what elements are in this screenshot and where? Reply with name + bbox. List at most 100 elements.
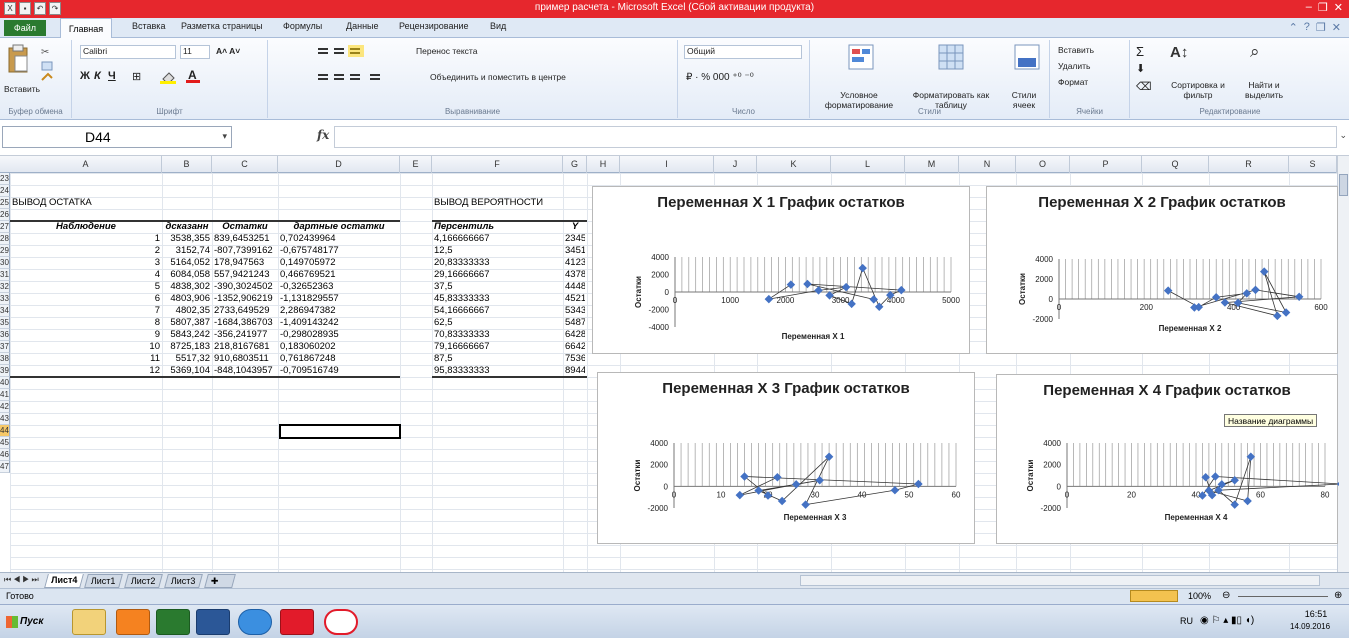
column-header-h[interactable]: H: [587, 156, 620, 173]
new-sheet-icon[interactable]: ✚: [204, 574, 236, 588]
close-icon[interactable]: ✕: [1334, 1, 1343, 14]
tab-formulas[interactable]: Формулы: [283, 21, 322, 31]
fill-icon[interactable]: ⬇: [1136, 62, 1145, 75]
row-header-29[interactable]: 29: [0, 245, 10, 257]
tab-data[interactable]: Данные: [346, 21, 379, 31]
format-table-icon[interactable]: [938, 44, 964, 70]
row-header-30[interactable]: 30: [0, 257, 10, 269]
row-header-41[interactable]: 41: [0, 389, 10, 401]
column-header-n[interactable]: N: [959, 156, 1016, 173]
media-player-icon[interactable]: [116, 609, 150, 635]
tab-view[interactable]: Вид: [490, 21, 506, 31]
chart-x1-residuals[interactable]: 4000 2000 0 -2000 -4000 0 1000 2000 3000 4000 5000…: [592, 186, 970, 354]
word-taskbar-icon[interactable]: [196, 609, 230, 635]
tab-home[interactable]: Главная: [60, 18, 112, 39]
start-button[interactable]: Пуск: [4, 611, 56, 633]
row-header-32[interactable]: 32: [0, 281, 10, 293]
column-header-p[interactable]: P: [1070, 156, 1142, 173]
zoom-in-icon[interactable]: ⊕: [1334, 590, 1342, 601]
italic-button[interactable]: К: [94, 70, 101, 82]
sort-filter-button[interactable]: Сортировка и фильтр: [1164, 80, 1232, 100]
view-buttons-icon[interactable]: [1130, 590, 1178, 602]
column-header-j[interactable]: J: [714, 156, 757, 173]
font-name-select[interactable]: Calibri: [80, 45, 176, 59]
chart-x3-residuals[interactable]: 400020000-20000102030405060Переменная X …: [597, 372, 975, 544]
wrap-text-button[interactable]: Перенос текста: [416, 46, 477, 56]
yandex-browser-icon[interactable]: [324, 609, 358, 635]
clear-icon[interactable]: ⌫: [1136, 80, 1152, 93]
sheet-nav-arrows-icon[interactable]: ⏮◀▶⏭: [4, 575, 41, 585]
column-header-l[interactable]: L: [831, 156, 905, 173]
chart-x4-residuals[interactable]: 4000 2000 0 -2000 0 20 40 60 80 Переменная X 4 Ост…: [996, 374, 1339, 544]
column-header-o[interactable]: O: [1016, 156, 1070, 173]
font-color-icon[interactable]: A: [186, 68, 202, 84]
paste-button[interactable]: Вставить: [4, 84, 40, 94]
explorer-icon[interactable]: [72, 609, 106, 635]
find-select-icon[interactable]: ⌕: [1250, 42, 1260, 62]
find-select-button[interactable]: Найти и выделить: [1234, 80, 1294, 100]
column-header-q[interactable]: Q: [1142, 156, 1209, 173]
sheet-tab-active[interactable]: Лист4: [44, 574, 85, 588]
row-header-43[interactable]: 43: [0, 413, 10, 425]
name-box-dropdown-icon[interactable]: ▾: [222, 131, 227, 142]
insert-function-button[interactable]: fx: [317, 128, 329, 142]
row-header-23[interactable]: 23: [0, 173, 10, 185]
formula-input[interactable]: [334, 126, 1337, 148]
sheet-tab[interactable]: Лист1: [84, 574, 123, 588]
row-header-26[interactable]: 26: [0, 209, 10, 221]
minimize-ribbon-icon[interactable]: ⌃: [1289, 21, 1298, 34]
number-format-select[interactable]: Общий: [684, 45, 802, 59]
tab-insert[interactable]: Вставка: [132, 21, 165, 31]
name-box[interactable]: D44 ▾: [2, 126, 232, 148]
selected-cell[interactable]: [279, 424, 401, 439]
row-header-31[interactable]: 31: [0, 269, 10, 281]
sheet-tab[interactable]: Лист2: [124, 574, 163, 588]
row-header-28[interactable]: 28: [0, 233, 10, 245]
doc-restore-icon[interactable]: ❐: [1316, 21, 1326, 34]
row-header-38[interactable]: 38: [0, 353, 10, 365]
column-header-d[interactable]: D: [278, 156, 400, 173]
bold-button[interactable]: Ж: [80, 70, 90, 82]
sheet-tab[interactable]: Лист3: [164, 574, 203, 588]
column-header-c[interactable]: C: [212, 156, 278, 173]
column-header-i[interactable]: I: [620, 156, 714, 173]
alignment-icons[interactable]: [316, 45, 396, 89]
row-header-37[interactable]: 37: [0, 341, 10, 353]
column-header-b[interactable]: B: [162, 156, 212, 173]
tray-icons[interactable]: ◉ ⚐ ▴ ▮▯ ◖): [1200, 615, 1254, 626]
doc-close-icon[interactable]: ✕: [1332, 21, 1341, 34]
grow-font-icon[interactable]: A˄ A˅: [216, 46, 240, 56]
row-header-47[interactable]: 47: [0, 461, 10, 473]
row-header-45[interactable]: 45: [0, 437, 10, 449]
chart-x2-residuals[interactable]: 4000 2000 0 -2000 0 200 400 600 Переменная X 2 Ос…: [986, 186, 1338, 354]
column-header-a[interactable]: A: [10, 156, 162, 173]
row-header-33[interactable]: 33: [0, 293, 10, 305]
merge-center-button[interactable]: Объединить и поместить в центре: [430, 72, 566, 82]
row-header-36[interactable]: 36: [0, 329, 10, 341]
column-header-f[interactable]: F: [432, 156, 563, 173]
scroll-thumb[interactable]: [1339, 174, 1348, 196]
zoom-out-icon[interactable]: ⊖: [1222, 590, 1230, 601]
insert-cells-button[interactable]: Вставить: [1058, 45, 1094, 55]
minimize-icon[interactable]: –: [1306, 1, 1312, 14]
language-indicator[interactable]: RU: [1180, 616, 1193, 626]
expand-formula-icon[interactable]: ⌄: [1339, 130, 1347, 141]
row-header-42[interactable]: 42: [0, 401, 10, 413]
horizontal-scrollbar[interactable]: [800, 575, 1320, 586]
row-header-40[interactable]: 40: [0, 377, 10, 389]
underline-button[interactable]: Ч: [108, 70, 116, 82]
fill-color-icon[interactable]: [160, 70, 180, 84]
internet-explorer-icon[interactable]: [238, 609, 272, 635]
row-header-24[interactable]: 24: [0, 185, 10, 197]
row-header-34[interactable]: 34: [0, 305, 10, 317]
borders-icon[interactable]: ⊞: [132, 70, 141, 83]
help-icon[interactable]: ?: [1304, 21, 1310, 34]
sort-filter-icon[interactable]: A↕: [1170, 44, 1188, 61]
font-size-select[interactable]: 11: [180, 45, 210, 59]
row-header-44[interactable]: 44: [0, 425, 10, 437]
tab-review[interactable]: Рецензирование: [399, 21, 469, 31]
row-header-39[interactable]: 39: [0, 365, 10, 377]
row-header-35[interactable]: 35: [0, 317, 10, 329]
app-red-icon[interactable]: [280, 609, 314, 635]
row-header-25[interactable]: 25: [0, 197, 10, 209]
